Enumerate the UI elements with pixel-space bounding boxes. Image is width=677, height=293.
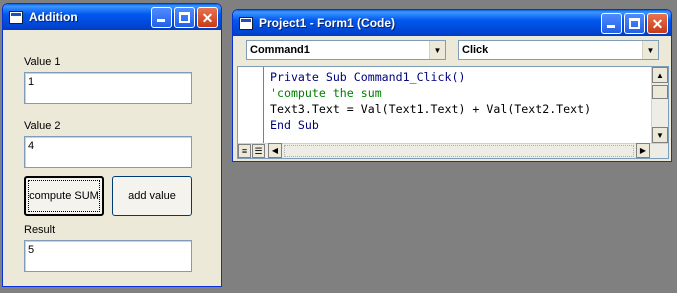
maximize-button[interactable]	[174, 7, 195, 28]
value1-label: Value 1	[24, 56, 61, 68]
addition-title: Addition	[29, 10, 78, 24]
horizontal-scrollbar[interactable]: ≡ ☰ ◀ ▶	[238, 143, 668, 158]
scroll-down-icon[interactable]: ▼	[652, 127, 668, 143]
scroll-up-icon[interactable]: ▲	[652, 67, 668, 83]
addition-titlebar[interactable]: Addition ✕	[3, 4, 221, 30]
scroll-right-icon[interactable]: ▶	[636, 143, 650, 158]
vertical-scroll-thumb[interactable]	[652, 85, 668, 99]
full-module-view-icon[interactable]: ☰	[252, 144, 265, 158]
maximize-icon	[629, 18, 640, 29]
code-close-button[interactable]: ✕	[647, 13, 668, 34]
horizontal-scroll-track[interactable]	[284, 145, 634, 157]
chevron-down-icon[interactable]: ▼	[429, 41, 445, 59]
code-text[interactable]: Private Sub Command1_Click() 'compute the…	[270, 69, 591, 133]
minimize-icon	[157, 19, 165, 22]
object-combo[interactable]: Command1 ▼	[246, 40, 446, 60]
vertical-scrollbar[interactable]: ▲ ▼	[651, 67, 668, 143]
add-value-button[interactable]: add value	[112, 176, 192, 216]
minimize-icon	[607, 25, 615, 28]
value2-input[interactable]: 4	[24, 136, 192, 168]
code-window-title: Project1 - Form1 (Code)	[259, 16, 396, 30]
code-window-icon	[239, 16, 253, 30]
maximize-icon	[179, 12, 190, 23]
result-input[interactable]: 5	[24, 240, 192, 272]
value2-label: Value 2	[24, 120, 61, 132]
code-line: Text3.Text = Val(Text1.Text) + Val(Text2…	[270, 102, 592, 116]
close-button[interactable]: ✕	[197, 7, 218, 28]
close-icon: ✕	[651, 15, 664, 32]
form-icon	[9, 10, 23, 24]
procedure-view-icon[interactable]: ≡	[238, 144, 251, 158]
close-icon: ✕	[201, 9, 214, 26]
code-margin	[238, 67, 264, 143]
minimize-button[interactable]	[151, 7, 172, 28]
code-titlebar[interactable]: Project1 - Form1 (Code) ✕	[233, 10, 671, 36]
chevron-down-icon[interactable]: ▼	[642, 41, 658, 59]
scroll-left-icon[interactable]: ◀	[268, 143, 282, 158]
code-line: End Sub	[270, 118, 319, 132]
code-editor[interactable]: Private Sub Command1_Click() 'compute the…	[237, 66, 669, 159]
code-window: Project1 - Form1 (Code) ✕ Command1 ▼ Cli…	[232, 9, 672, 162]
result-label: Result	[24, 224, 56, 236]
compute-sum-button[interactable]: compute SUM	[24, 176, 104, 216]
addition-window: Addition ✕ Value 1 1 Value 2 4 compute S…	[2, 3, 222, 287]
object-combo-value: Command1	[250, 44, 310, 56]
code-maximize-button[interactable]	[624, 13, 645, 34]
code-line: Private Sub Command1_Click()	[270, 70, 466, 84]
procedure-combo-value: Click	[462, 44, 489, 56]
code-line-comment: 'compute the sum	[270, 86, 382, 100]
code-minimize-button[interactable]	[601, 13, 622, 34]
procedure-combo[interactable]: Click ▼	[458, 40, 659, 60]
value1-input[interactable]: 1	[24, 72, 192, 104]
